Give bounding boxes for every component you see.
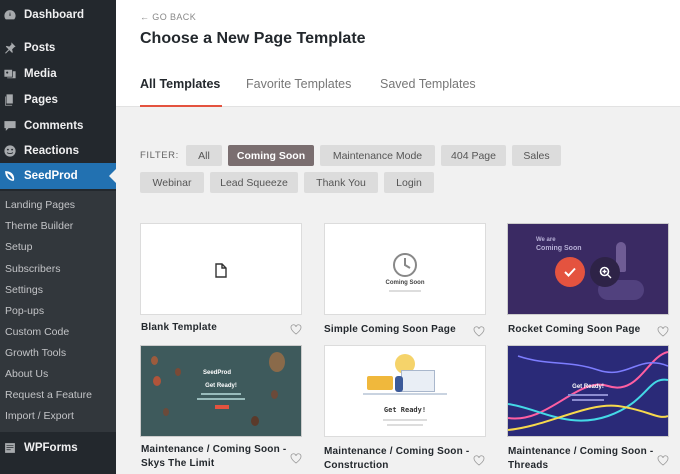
menu-pages[interactable]: Pages xyxy=(0,87,116,113)
active-tab-indicator xyxy=(140,105,222,107)
heart-icon[interactable] xyxy=(657,453,669,466)
admin-sidebar: Dashboard Posts Media Pages Comments Rea… xyxy=(0,0,116,474)
template-thumb-threads[interactable]: Get Ready! xyxy=(507,345,669,437)
balloon-illustration xyxy=(151,356,158,365)
menu-media[interactable]: Media xyxy=(0,61,116,87)
thumb-heading: Get Ready! xyxy=(572,384,604,390)
media-icon xyxy=(3,67,17,81)
submenu-theme-builder[interactable]: Theme Builder xyxy=(5,220,73,232)
thumb-heading: Coming Soon xyxy=(385,280,425,286)
template-title-construction[interactable]: Maintenance / Coming Soon - Construction xyxy=(324,445,469,473)
template-thumb-blank[interactable] xyxy=(140,223,302,315)
document-icon xyxy=(215,263,227,278)
tab-favorite-templates[interactable]: Favorite Templates xyxy=(246,77,351,91)
submenu-growth-tools[interactable]: Growth Tools xyxy=(5,347,66,359)
truck-illustration xyxy=(367,376,393,390)
filter-sales[interactable]: Sales xyxy=(512,145,561,166)
comment-icon xyxy=(3,119,17,133)
submenu-setup[interactable]: Setup xyxy=(5,241,32,253)
ground-line xyxy=(363,393,447,395)
clock-icon xyxy=(393,253,417,277)
filter-all[interactable]: All xyxy=(186,145,222,166)
thumb-heading-small: We are xyxy=(536,237,556,243)
heart-icon[interactable] xyxy=(290,322,302,335)
filter-404-page[interactable]: 404 Page xyxy=(441,145,506,166)
menu-dashboard[interactable]: Dashboard xyxy=(0,2,116,28)
menu-comments[interactable]: Comments xyxy=(0,113,116,139)
tab-all-templates[interactable]: All Templates xyxy=(140,77,220,91)
preview-template-button[interactable] xyxy=(590,257,620,287)
thumb-line xyxy=(201,393,241,395)
template-title-skys-the-limit[interactable]: Maintenance / Coming Soon - Skys The Lim… xyxy=(141,443,286,471)
thumb-line xyxy=(197,398,245,400)
pin-icon xyxy=(3,41,17,55)
thumb-heading: Coming Soon xyxy=(536,245,582,252)
checkmark-icon xyxy=(564,267,576,277)
page-header: ← GO BACK Choose a New Page Template All… xyxy=(116,0,680,107)
template-thumb-rocket-coming-soon[interactable]: We are Coming Soon xyxy=(507,223,669,315)
filter-webinar[interactable]: Webinar xyxy=(140,172,204,193)
template-title-rocket-coming-soon[interactable]: Rocket Coming Soon Page xyxy=(508,323,640,337)
template-title-blank[interactable]: Blank Template xyxy=(141,321,217,335)
balloon-illustration xyxy=(163,408,169,416)
seedprod-icon xyxy=(3,169,17,183)
filter-thank-you[interactable]: Thank You xyxy=(304,172,378,193)
submenu-import-export[interactable]: Import / Export xyxy=(5,410,74,422)
submenu-subscribers[interactable]: Subscribers xyxy=(5,263,60,275)
worker-illustration xyxy=(395,376,403,392)
filter-label: FILTER: xyxy=(140,150,179,161)
template-thumb-simple-coming-soon[interactable]: Coming Soon xyxy=(324,223,486,315)
heart-icon[interactable] xyxy=(473,453,485,466)
page-title: Choose a New Page Template xyxy=(140,30,366,47)
thumb-line xyxy=(383,419,427,421)
pages-icon xyxy=(3,93,17,107)
thumb-line xyxy=(572,399,604,401)
filter-coming-soon[interactable]: Coming Soon xyxy=(228,145,314,166)
template-title-threads[interactable]: Maintenance / Coming Soon - Threads xyxy=(508,445,653,473)
tab-saved-templates[interactable]: Saved Templates xyxy=(380,77,476,91)
heart-icon[interactable] xyxy=(657,324,669,337)
menu-wpforms[interactable]: WPForms xyxy=(0,434,116,462)
filter-lead-squeeze[interactable]: Lead Squeeze xyxy=(210,172,298,193)
template-thumb-skys-the-limit[interactable]: SeedProd Get Ready! xyxy=(140,345,302,437)
thumb-heading: Get Ready! xyxy=(205,383,237,389)
balloon-illustration xyxy=(251,416,259,426)
thumb-line xyxy=(568,394,608,396)
balloon-illustration xyxy=(271,390,278,399)
menu-posts[interactable]: Posts xyxy=(0,35,116,61)
thumb-line xyxy=(389,290,421,292)
thumb-line xyxy=(387,424,423,426)
submenu-landing-pages[interactable]: Landing Pages xyxy=(5,199,75,211)
template-title-simple-coming-soon[interactable]: Simple Coming Soon Page xyxy=(324,323,456,337)
building-illustration xyxy=(401,370,435,392)
template-thumb-construction[interactable]: Get Ready! xyxy=(324,345,486,437)
submenu-custom-code[interactable]: Custom Code xyxy=(5,326,69,338)
filter-maintenance-mode[interactable]: Maintenance Mode xyxy=(320,145,435,166)
reaction-icon xyxy=(3,144,17,158)
heart-icon[interactable] xyxy=(473,324,485,337)
submenu-request-feature[interactable]: Request a Feature xyxy=(5,389,92,401)
select-template-button[interactable] xyxy=(555,257,585,287)
submenu-about-us[interactable]: About Us xyxy=(5,368,48,380)
thumb-button xyxy=(215,405,229,409)
thumb-brand: SeedProd xyxy=(203,370,232,376)
zoom-in-icon xyxy=(599,266,611,278)
menu-seedprod[interactable]: SeedProd xyxy=(0,163,116,189)
balloon-illustration xyxy=(175,368,181,376)
dashboard-icon xyxy=(3,8,17,22)
go-back-link[interactable]: ← GO BACK xyxy=(140,12,196,22)
threads-illustration xyxy=(508,351,668,431)
filter-login[interactable]: Login xyxy=(384,172,434,193)
thumb-heading: Get Ready! xyxy=(383,406,427,414)
submenu-pop-ups[interactable]: Pop-ups xyxy=(5,305,44,317)
wpforms-icon xyxy=(3,441,17,455)
submenu-settings[interactable]: Settings xyxy=(5,284,43,296)
seedprod-submenu: Landing Pages Theme Builder Setup Subscr… xyxy=(0,191,116,432)
heart-icon[interactable] xyxy=(290,451,302,464)
balloon-illustration xyxy=(269,352,285,372)
menu-reactions[interactable]: Reactions xyxy=(0,138,116,164)
